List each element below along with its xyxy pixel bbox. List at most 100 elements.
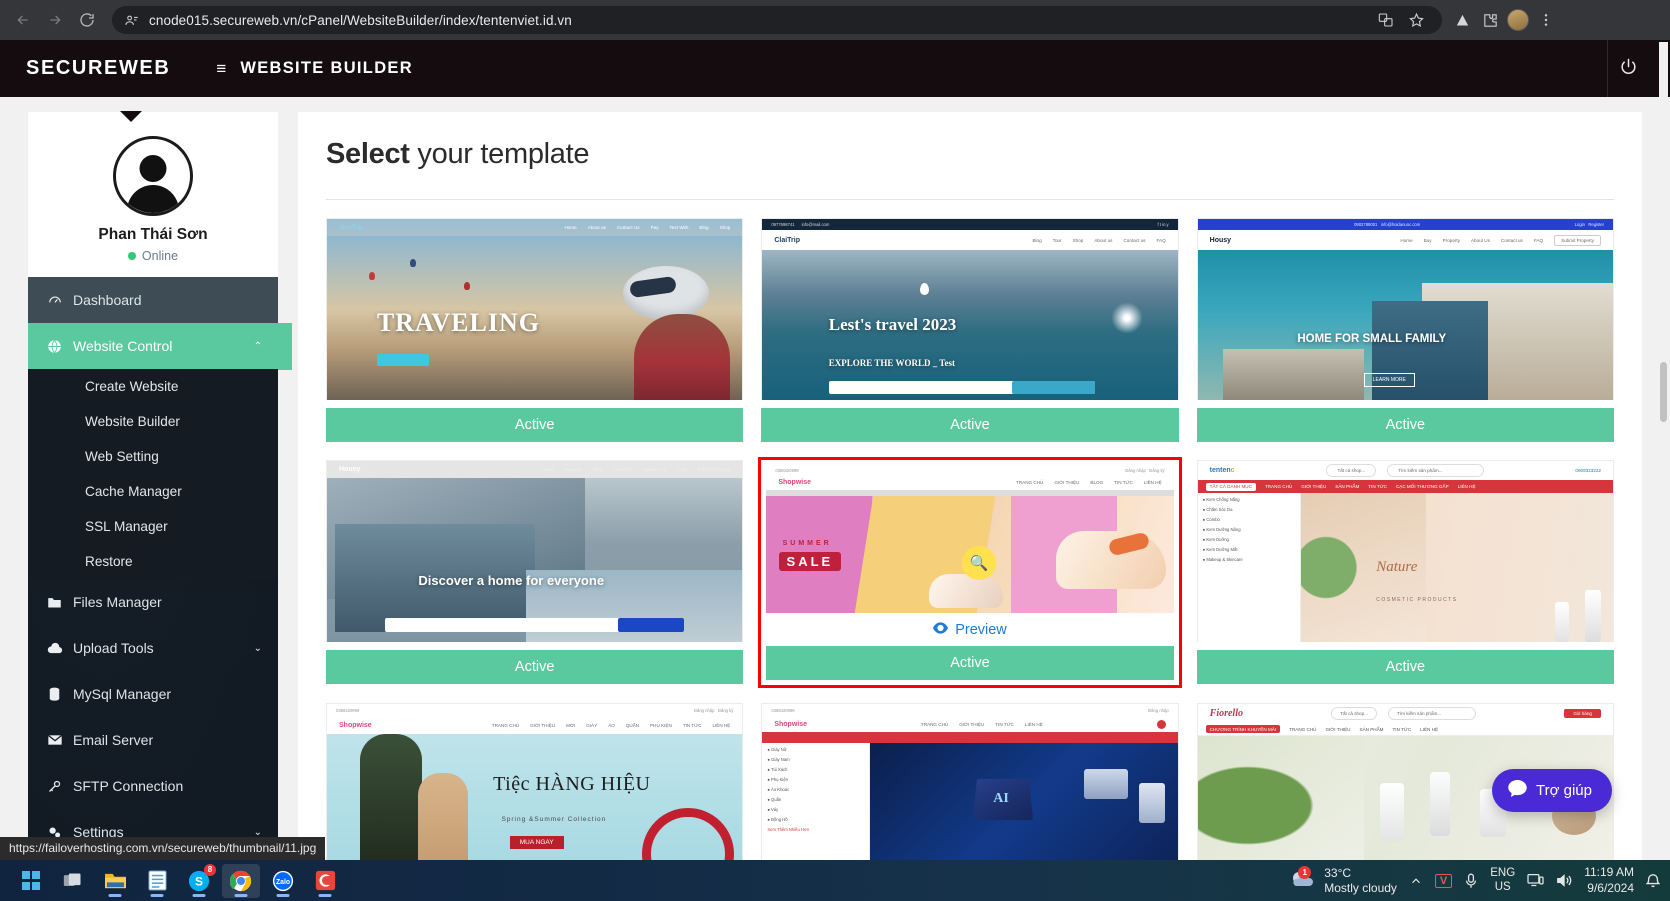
sidebar-item-restore[interactable]: Restore	[28, 544, 278, 579]
template-thumbnail[interactable]: 0388420999 Đăng nhập Đăng ký Shopwise TRA…	[766, 465, 1174, 613]
unikey-icon[interactable]: V	[1434, 873, 1453, 888]
page-scrollbar[interactable]	[1659, 42, 1668, 858]
template-thumbnail[interactable]: 0388420999 Đăng nhập Đăng ký Shopwise TRA…	[326, 703, 744, 860]
site-settings-icon[interactable]	[124, 13, 139, 28]
template-thumbnail[interactable]: 0902789001 info@hoidanuoc.com Login Regis…	[1196, 218, 1614, 400]
envelope-icon	[46, 734, 63, 746]
preview-label: Preview	[955, 622, 1007, 638]
sidebar-item-label: Upload Tools	[73, 640, 154, 656]
sidebar-item-mysql-manager[interactable]: MySql Manager	[28, 671, 278, 717]
avatar	[113, 136, 193, 216]
power-icon[interactable]	[1619, 57, 1644, 81]
triangle-extension-icon[interactable]	[1448, 6, 1476, 34]
sidebar-item-label: Dashboard	[73, 292, 142, 308]
speaker-icon[interactable]	[1556, 873, 1572, 888]
hero-headline: AI	[993, 790, 1009, 806]
sidebar-item-website-builder[interactable]: Website Builder	[28, 404, 278, 439]
sidebar-item-cache-manager[interactable]: Cache Manager	[28, 474, 278, 509]
kebab-menu-icon[interactable]	[1532, 6, 1560, 34]
sidebar-item-web-setting[interactable]: Web Setting	[28, 439, 278, 474]
template-thumbnail[interactable]: tentenc Tất cả shop... Tìm kiếm sản phẩm…	[1196, 460, 1614, 642]
hero-cta: LEARN MORE	[1363, 373, 1415, 387]
file-explorer-button[interactable]	[96, 864, 134, 898]
help-chat-button[interactable]: Trợ giúp	[1492, 769, 1612, 812]
sidebar-item-sftp-connection[interactable]: SFTP Connection	[28, 763, 278, 809]
sidebar-item-ssl-manager[interactable]: SSL Manager	[28, 509, 278, 544]
reload-button[interactable]	[72, 5, 102, 35]
clock[interactable]: 11:19 AM 9/6/2024	[1584, 865, 1634, 896]
template-thumbnail[interactable]: VivuTrip Home About us Contact Us Pay Test W…	[326, 218, 744, 400]
template-active-button[interactable]: Active	[1196, 408, 1614, 442]
online-dot-icon	[127, 252, 136, 260]
template-active-button[interactable]: Active	[1196, 650, 1614, 684]
hamburger-icon[interactable]: ≡	[216, 60, 226, 77]
template-thumbnail[interactable]: Housy Home Property Blog About Us Contact Us…	[326, 460, 744, 642]
template-active-button[interactable]: Active	[766, 646, 1174, 680]
mic-icon[interactable]	[1464, 873, 1478, 889]
template-active-button[interactable]: Active	[326, 650, 744, 684]
monitor-icon[interactable]	[1527, 873, 1544, 888]
template-card[interactable]: 0902789001 info@hoidanuoc.com Login Regis…	[1196, 218, 1614, 442]
template-card[interactable]: 0388420999 Đăng nhập Shopwise TRANG CHỦ GI…	[761, 703, 1179, 860]
sidebar-link-sftp-connection[interactable]: SFTP Connection	[28, 763, 278, 809]
brand-logo[interactable]: SECUREWEB	[26, 57, 170, 80]
language-indicator[interactable]: ENG US	[1490, 867, 1515, 893]
sidebar-link-mysql-manager[interactable]: MySql Manager	[28, 671, 278, 717]
template-card[interactable]: 0977698741 info@mail.com f t in y ClaiTri…	[761, 218, 1179, 442]
sidebar-notch	[120, 111, 142, 122]
tray-chevron-up-icon[interactable]	[1409, 874, 1423, 888]
template-thumbnail[interactable]: 0388420999 Đăng nhập Shopwise TRANG CHỦ GI…	[761, 703, 1179, 860]
sidebar-link-files-manager[interactable]: Files Manager	[28, 579, 278, 625]
zalo-button[interactable]: Zalo	[264, 864, 302, 898]
weather-widget[interactable]: 1 33°C Mostly cloudy	[1290, 866, 1397, 896]
back-button[interactable]	[8, 5, 38, 35]
sidebar-item-create-website[interactable]: Create Website	[28, 369, 278, 404]
hero-headline: TRAVELING	[376, 308, 540, 338]
notepad-icon	[147, 870, 167, 891]
panel-title-rest: your template	[409, 138, 590, 170]
zoom-preview-icon[interactable]: 🔍	[961, 546, 996, 581]
google-chrome-button[interactable]	[222, 863, 260, 898]
hero-headline: Tiệc HÀNG HIỆU	[493, 773, 651, 796]
template-active-button[interactable]: Active	[326, 408, 744, 442]
sidebar-item-dashboard[interactable]: Dashboard	[28, 277, 278, 323]
profile-status-label: Online	[141, 249, 179, 263]
scrollbar-thumb[interactable]	[1660, 362, 1667, 422]
template-card[interactable]: 0388420999 Đăng nhập Đăng ký Shopwise TRA…	[326, 703, 744, 860]
template-card[interactable]: tentenc Tất cả shop... Tìm kiếm sản phẩm…	[1196, 460, 1614, 685]
page-title: WEBSITE BUILDER	[240, 59, 413, 77]
svg-text:Zalo: Zalo	[276, 878, 290, 885]
address-bar[interactable]: cnode015.secureweb.vn/cPanel/WebsiteBuil…	[112, 6, 1442, 34]
skype-button[interactable]: S 8	[180, 863, 218, 898]
translate-icon[interactable]	[1372, 6, 1400, 34]
sidebar-link-dashboard[interactable]: Dashboard	[28, 277, 278, 323]
sidebar-link-website-control[interactable]: Website Control ⌃	[28, 323, 278, 369]
sidebar-link-email-server[interactable]: Email Server	[28, 717, 278, 763]
template-thumbnail[interactable]: 0977698741 info@mail.com f t in y ClaiTri…	[761, 218, 1179, 400]
bell-icon[interactable]	[1646, 873, 1660, 888]
sidebar-link-upload-tools[interactable]: Upload Tools ⌄	[28, 625, 278, 671]
bookmark-star-icon[interactable]	[1402, 6, 1430, 34]
sidebar-item-upload-tools[interactable]: Upload Tools ⌄	[28, 625, 278, 671]
start-button[interactable]	[12, 864, 50, 898]
template-card[interactable]: VivuTrip Home About us Contact Us Pay Test W…	[326, 218, 744, 442]
preview-link[interactable]: Preview	[766, 613, 1173, 644]
task-view-button[interactable]	[54, 864, 92, 898]
key-icon	[46, 779, 63, 794]
sidebar-item-email-server[interactable]: Email Server	[28, 717, 278, 763]
mock-site: 0902789001 info@hoidanuoc.com Login Regis…	[1197, 219, 1613, 400]
cloud-icon: 1	[1290, 866, 1316, 892]
notepad-button[interactable]	[138, 864, 176, 898]
template-active-button[interactable]: Active	[761, 408, 1179, 442]
sidebar-item-files-manager[interactable]: Files Manager	[28, 579, 278, 625]
forward-button[interactable]	[40, 5, 70, 35]
sidebar-item-website-control[interactable]: Website Control ⌃ Create Website Website…	[28, 323, 292, 579]
template-card[interactable]: Housy Home Property Blog About Us Contact Us…	[326, 460, 744, 685]
content-area: Select your template VivuTrip Home About …	[278, 97, 1670, 860]
puzzle-extension-icon[interactable]	[1476, 6, 1504, 34]
profile-avatar-icon[interactable]	[1504, 6, 1532, 34]
coccoc-button[interactable]	[306, 864, 344, 898]
template-card-selected[interactable]: 0388420999 Đăng nhập Đăng ký Shopwise TRA…	[758, 457, 1182, 688]
weather-text: 33°C Mostly cloudy	[1324, 866, 1397, 896]
body-row: Phan Thái Sơn Online Dashboard Website C…	[0, 97, 1670, 860]
